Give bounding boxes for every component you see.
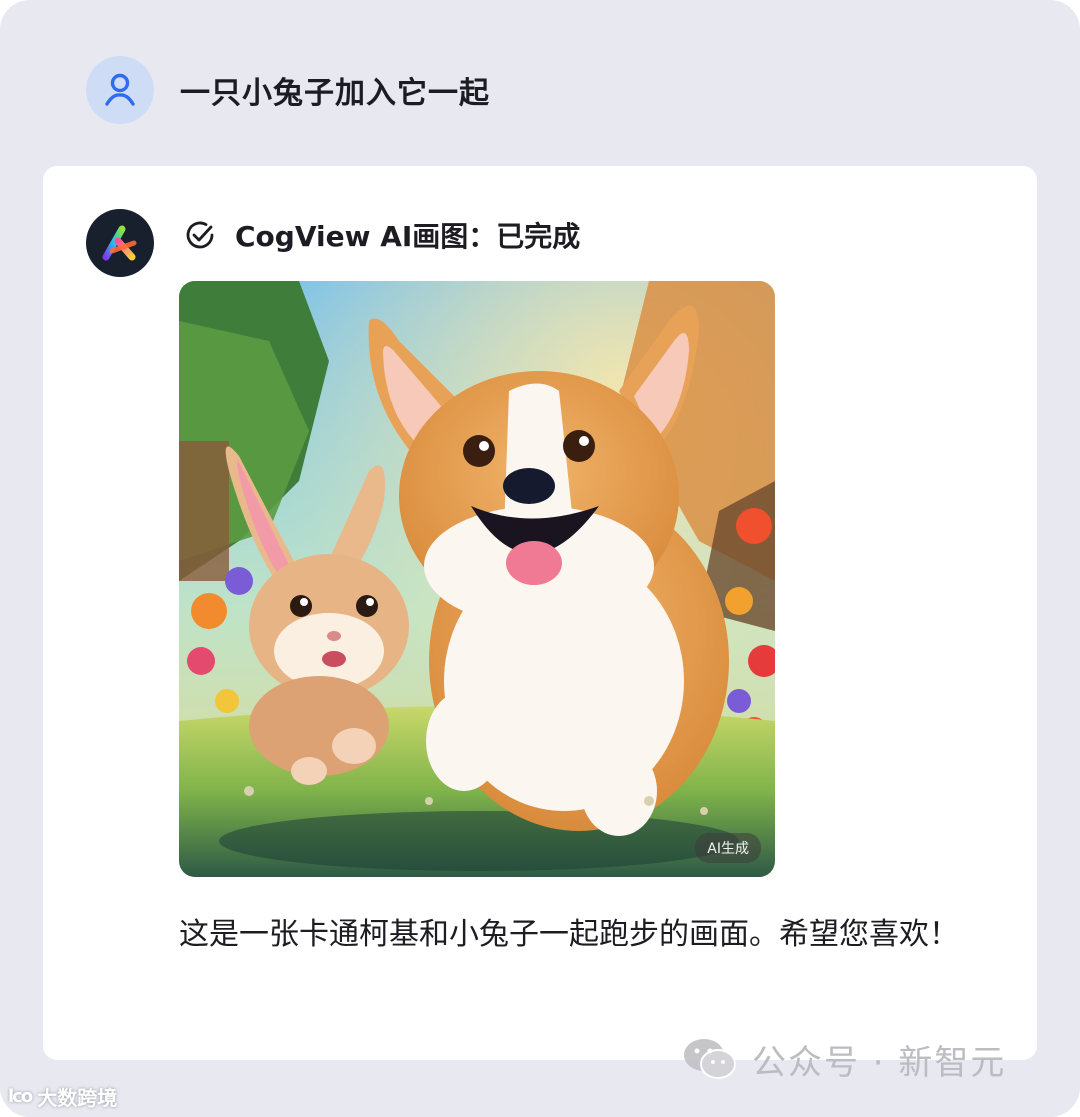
user-avatar [86,56,154,124]
corner-watermark: lco 大数跨境 [8,1082,117,1111]
check-circle-icon [186,221,214,249]
status-label: CogView AI画图：已完成 [235,220,581,253]
generated-image[interactable]: AI生成 [179,281,775,877]
assistant-message-card: CogView AI画图：已完成 AI生成 这是一张卡通柯基和小兔子一起跑步的画… [43,166,1037,1060]
user-message-text: 一只小兔子加入它一起 [180,76,490,111]
user-outline-icon [105,73,135,106]
wechat-icon [684,1039,736,1079]
corner-watermark-text: 大数跨境 [37,1086,118,1110]
chat-frame: 一只小兔子加入它一起 CogView AI画图：已完成 AI生成 这是一张卡通柯… [0,0,1080,1117]
corner-logo-icon: lco [8,1086,33,1107]
ai-generated-badge: AI生成 [695,833,761,863]
wechat-watermark: 公众号 · 新智元 [682,1034,1006,1084]
user-message-row: 一只小兔子加入它一起 [86,56,490,124]
zhipu-logo-icon [102,225,137,261]
watermark-text: 公众号 · 新智元 [752,1042,1007,1083]
generation-status: CogView AI画图：已完成 [183,215,580,255]
assistant-avatar [86,209,154,277]
corgi-rabbit-illustration [179,281,775,877]
assistant-reply-text: 这是一张卡通柯基和小兔子一起跑步的画面。希望您喜欢！ [179,917,959,952]
